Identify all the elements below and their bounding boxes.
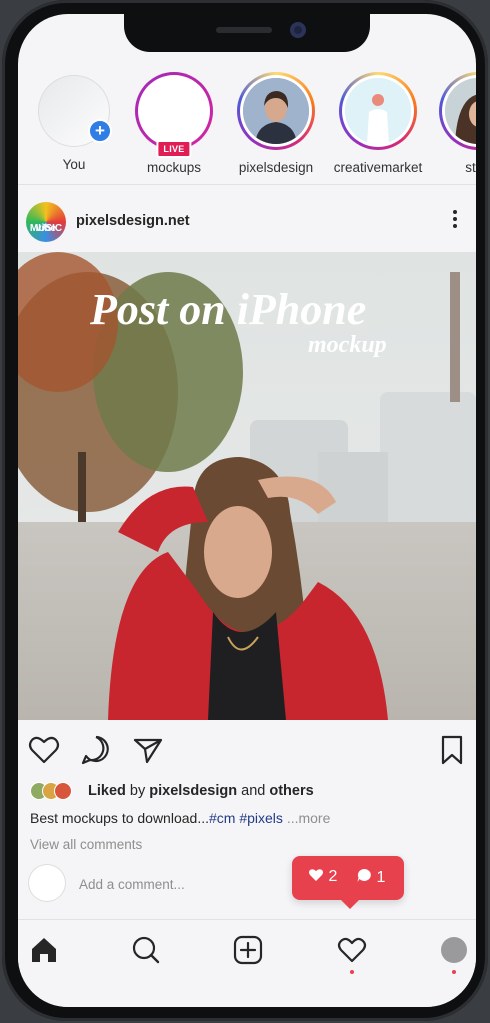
liked-user[interactable]: pixelsdesign — [149, 783, 237, 799]
story-ring — [339, 72, 417, 150]
bottom-tab-bar — [18, 919, 476, 1007]
activity-notification-bubble[interactable]: 2 1 — [292, 856, 404, 909]
profile-notification-dot — [452, 970, 456, 974]
stories-tray: + You LIVE mockups pixelsdesign creative… — [18, 72, 476, 192]
stories-divider — [18, 184, 476, 185]
liked-avatars — [30, 782, 80, 800]
story-name: You — [62, 157, 86, 172]
notif-likes-count: 2 — [328, 868, 338, 885]
search-icon[interactable] — [130, 934, 162, 968]
comment-icon[interactable] — [78, 732, 114, 768]
activity-heart-icon[interactable] — [336, 934, 368, 974]
notif-comments-count: 1 — [376, 869, 386, 886]
story-ring: LIVE — [135, 72, 213, 158]
avatar — [54, 782, 72, 800]
liked-by-row[interactable]: Liked by pixelsdesign and others — [30, 782, 470, 802]
story-name: pixelsdesign — [238, 160, 314, 175]
bookmark-icon[interactable] — [434, 732, 470, 768]
story-stud[interactable]: stud — [430, 72, 476, 175]
comment-bubble-icon — [357, 868, 371, 882]
story-ring — [237, 72, 315, 150]
post-caption: Best mockups to download...#cm #pixels .… — [30, 810, 330, 826]
post-header: vibe MUSIC pixelsdesign.net — [18, 194, 476, 252]
story-name: creativemarket — [333, 160, 423, 175]
liked-by-word: by — [129, 783, 146, 799]
share-icon[interactable] — [130, 732, 166, 768]
avatar — [141, 78, 207, 144]
like-icon[interactable] — [26, 732, 62, 768]
story-pixelsdesign[interactable]: pixelsdesign — [228, 72, 324, 175]
profile-icon[interactable] — [438, 934, 470, 974]
more-options-icon[interactable] — [452, 210, 458, 232]
story-name: stud — [465, 160, 476, 175]
post-image[interactable]: Post on iPhone mockup — [18, 252, 476, 720]
liked-label: Liked — [88, 783, 126, 799]
avatar — [445, 78, 476, 144]
post-actions — [18, 732, 476, 772]
activity-notification-dot — [350, 970, 354, 974]
phone-notch — [124, 14, 370, 52]
add-post-icon[interactable] — [232, 934, 264, 968]
liked-and-word: and — [241, 783, 266, 799]
liked-by-text: Liked by pixelsdesign and others — [88, 783, 314, 799]
add-story-icon[interactable]: + — [88, 119, 112, 143]
caption-more-link[interactable]: ...more — [287, 810, 331, 826]
story-mockups[interactable]: LIVE mockups — [126, 72, 222, 175]
story-you[interactable]: + You — [26, 72, 122, 172]
avatar — [243, 78, 309, 144]
notif-comments: 1 — [356, 868, 385, 887]
notif-likes: 2 — [308, 868, 337, 886]
avatar-logo-text: MUSIC — [29, 223, 63, 234]
post-username[interactable]: pixelsdesign.net — [76, 213, 190, 229]
post-author-avatar[interactable]: vibe MUSIC — [26, 202, 66, 242]
story-creativemarket[interactable]: creativemarket — [330, 72, 426, 175]
comment-input[interactable]: Add a comment... — [79, 877, 185, 892]
speaker — [216, 27, 272, 33]
live-badge: LIVE — [156, 140, 192, 158]
caption-hashtags[interactable]: #cm #pixels — [209, 810, 283, 826]
image-subtitle: mockup — [308, 332, 387, 358]
avatar — [28, 864, 66, 902]
story-name: mockups — [146, 160, 202, 175]
camera-icon — [290, 22, 306, 38]
liked-others[interactable]: others — [269, 783, 313, 799]
avatar — [345, 78, 411, 144]
heart-icon — [309, 869, 323, 881]
story-ring — [439, 72, 476, 150]
app-screen: + You LIVE mockups pixelsdesign creative… — [18, 14, 476, 1007]
phone-frame: + You LIVE mockups pixelsdesign creative… — [2, 0, 488, 1021]
home-icon[interactable] — [28, 934, 60, 968]
caption-text: Best mockups to download... — [30, 810, 209, 826]
avatar: + — [38, 75, 112, 147]
view-all-comments-link[interactable]: View all comments — [30, 837, 142, 852]
image-title: Post on iPhone — [89, 285, 366, 334]
